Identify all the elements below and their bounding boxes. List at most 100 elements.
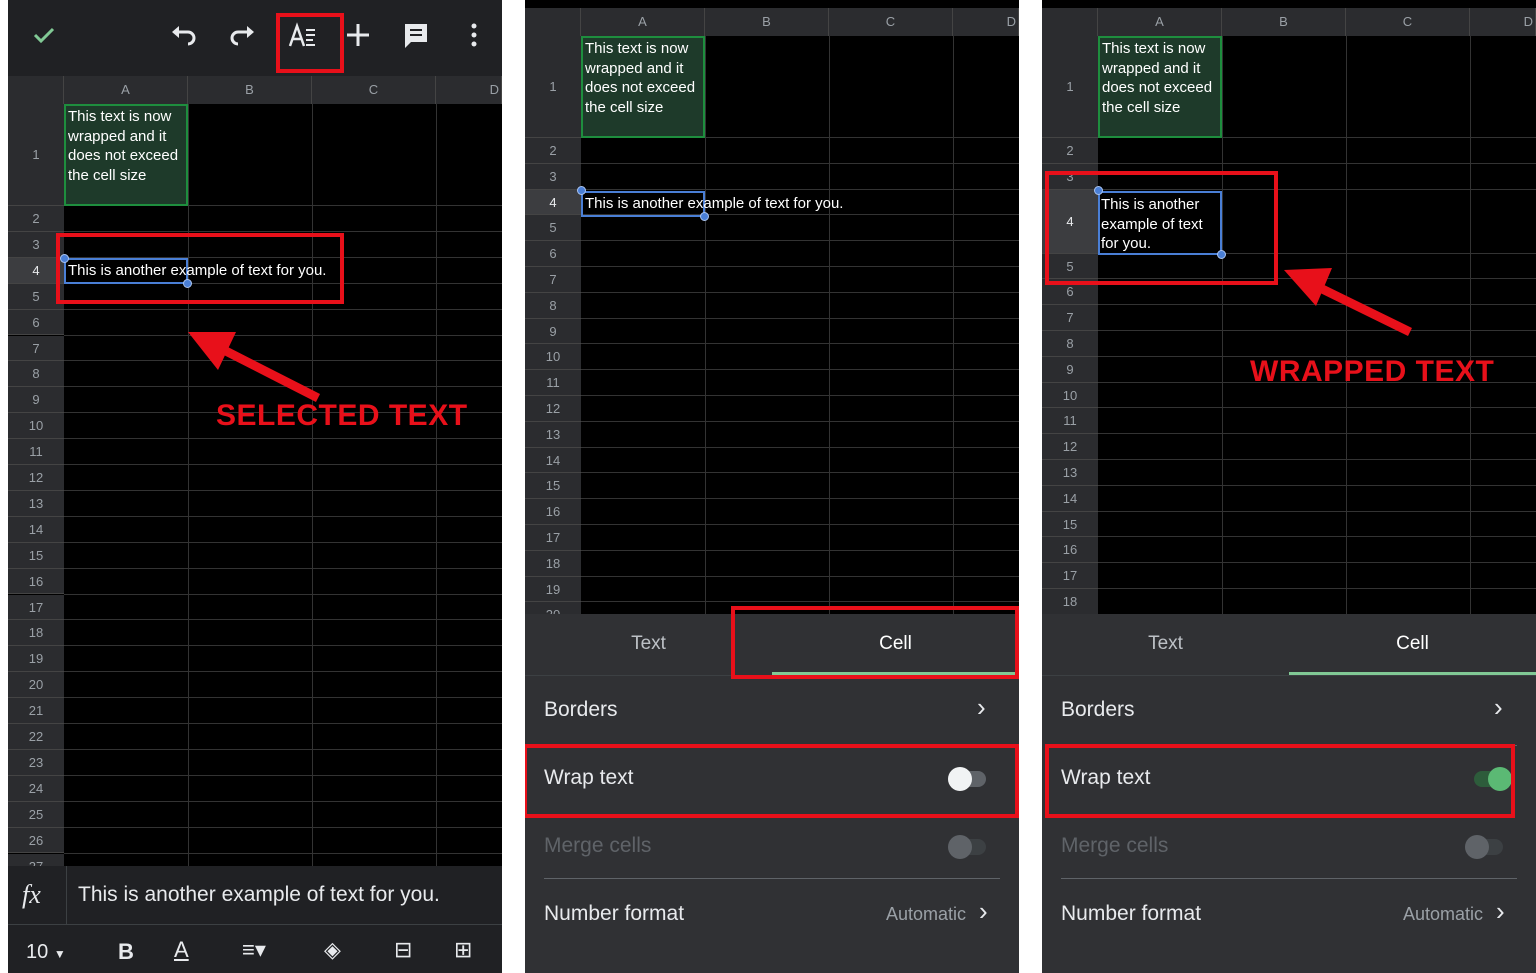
number-format-value: Automatic <box>886 904 967 924</box>
row-header-7[interactable]: 7 <box>8 335 64 362</box>
row-header-11[interactable]: 11 <box>8 439 64 465</box>
row-header-10[interactable]: 10 <box>1042 382 1098 409</box>
column-header-c[interactable]: C <box>312 76 436 104</box>
panel-selected-text: A B C D 1 2 3 4 5 6 7 8 9 10 11 12 13 14 15 16 17 18 19 20 2… <box>8 0 502 973</box>
row-header-12[interactable]: 12 <box>1042 434 1098 460</box>
row-header-11[interactable]: 11 <box>1042 408 1098 435</box>
annotation-arrow <box>1284 268 1412 337</box>
row-header-9[interactable]: 9 <box>1042 356 1098 383</box>
column-header-b[interactable]: B <box>188 76 312 104</box>
column-header-d[interactable]: D <box>953 8 1019 36</box>
annotation-selected-text: SELECTED TEXT <box>216 399 468 432</box>
selection-handle-top[interactable] <box>577 186 586 195</box>
row-header-2[interactable]: 2 <box>525 138 581 164</box>
comment-icon[interactable] <box>394 20 438 60</box>
row-header-6[interactable]: 6 <box>525 241 581 267</box>
text-color-icon[interactable]: A <box>174 937 189 963</box>
align-icon[interactable]: ≡▾ <box>242 937 266 963</box>
row-header-18[interactable]: 18 <box>8 620 64 647</box>
redo-icon[interactable] <box>220 20 264 60</box>
column-header-d[interactable]: D <box>436 76 502 104</box>
bold-icon[interactable]: B <box>118 939 134 965</box>
row-header-9[interactable]: 9 <box>8 387 64 414</box>
row-header-14[interactable]: 14 <box>525 447 581 474</box>
row-header-25[interactable]: 25 <box>8 801 64 828</box>
row-header-19[interactable]: 19 <box>8 646 64 673</box>
row-header-14[interactable]: 14 <box>8 516 64 543</box>
row-header-8[interactable]: 8 <box>525 292 581 319</box>
row-header-5[interactable]: 5 <box>525 215 581 242</box>
borders-label: Borders <box>544 698 618 721</box>
column-header-a[interactable]: A <box>64 76 188 104</box>
row-header-15[interactable]: 15 <box>525 473 581 500</box>
row-header-1[interactable]: 1 <box>8 104 64 206</box>
row-header-16[interactable]: 16 <box>1042 537 1098 564</box>
row-header-11[interactable]: 11 <box>525 370 581 396</box>
highlight-wrapped-cell <box>1045 171 1278 285</box>
row-header-16[interactable]: 16 <box>525 499 581 525</box>
row-header-12[interactable]: 12 <box>8 465 64 491</box>
row-header-10[interactable]: 10 <box>525 344 581 371</box>
fill-color-icon[interactable]: ◈ <box>324 937 341 963</box>
row-header-18[interactable]: 18 <box>525 550 581 577</box>
font-size-dropdown[interactable]: 10 ▼ <box>26 941 66 964</box>
row-header-13[interactable]: 13 <box>8 490 64 517</box>
row-header-17[interactable]: 17 <box>1042 563 1098 589</box>
tab-divider <box>1042 675 1536 676</box>
row-header-16[interactable]: 16 <box>8 568 64 595</box>
row-header-17[interactable]: 17 <box>8 594 64 621</box>
row-header-26[interactable]: 26 <box>8 827 64 854</box>
check-icon[interactable] <box>22 20 66 60</box>
tab-text[interactable]: Text <box>1042 614 1289 674</box>
row-header-23[interactable]: 23 <box>8 749 64 776</box>
cell-a1-wrapped[interactable]: This text is now wrapped and it does not… <box>64 104 188 206</box>
row-header-13[interactable]: 13 <box>525 421 581 448</box>
cell-a1-wrapped[interactable]: This text is now wrapped and it does not… <box>1098 36 1222 138</box>
column-header-d[interactable]: D <box>1470 8 1536 36</box>
row-header-13[interactable]: 13 <box>1042 460 1098 486</box>
row-header-12[interactable]: 12 <box>525 396 581 422</box>
row-header-21[interactable]: 21 <box>8 698 64 724</box>
column-header-c[interactable]: C <box>829 8 953 36</box>
row-header-1[interactable]: 1 <box>525 36 581 138</box>
row-header-6[interactable]: 6 <box>8 309 64 336</box>
row-header-3[interactable]: 3 <box>525 163 581 190</box>
row-header-2[interactable]: 2 <box>1042 138 1098 164</box>
row-header-15[interactable]: 15 <box>8 542 64 569</box>
cell-a1-wrapped[interactable]: This text is now wrapped and it does not… <box>581 36 705 138</box>
row-header-7[interactable]: 7 <box>525 267 581 293</box>
column-header-c[interactable]: C <box>1346 8 1470 36</box>
chevron-right-icon: › <box>1494 692 1503 722</box>
tab-cell[interactable]: Cell <box>1289 614 1536 674</box>
row-header-22[interactable]: 22 <box>8 724 64 750</box>
row-header-15[interactable]: 15 <box>1042 511 1098 538</box>
row-header-19[interactable]: 19 <box>525 576 581 603</box>
row-header-18[interactable]: 18 <box>1042 589 1098 615</box>
column-header-a[interactable]: A <box>1098 8 1222 36</box>
row-header-14[interactable]: 14 <box>1042 485 1098 512</box>
insert-column-icon[interactable]: ⊞ <box>454 937 472 963</box>
row-header-20[interactable]: 20 <box>8 672 64 699</box>
formula-input[interactable]: This is another example of text for you. <box>78 883 440 907</box>
row-header-7[interactable]: 7 <box>1042 305 1098 331</box>
insert-row-icon[interactable]: ⊟ <box>394 937 412 963</box>
column-header-a[interactable]: A <box>581 8 705 36</box>
column-header-b[interactable]: B <box>1222 8 1346 36</box>
row-header-8[interactable]: 8 <box>1042 331 1098 357</box>
menu-divider <box>544 878 1000 879</box>
more-vert-icon[interactable] <box>452 20 496 60</box>
row-header-10[interactable]: 10 <box>8 413 64 440</box>
chevron-right-icon: › <box>1496 896 1505 926</box>
row-header-1[interactable]: 1 <box>1042 36 1098 138</box>
column-header-b[interactable]: B <box>705 8 829 36</box>
undo-icon[interactable] <box>162 20 206 60</box>
row-header-4[interactable]: 4 <box>525 189 581 216</box>
row-header-8[interactable]: 8 <box>8 361 64 388</box>
row-header-17[interactable]: 17 <box>525 525 581 551</box>
row-header-9[interactable]: 9 <box>525 318 581 345</box>
merge-cells-label: Merge cells <box>1061 834 1169 857</box>
selection-handle-bottom[interactable] <box>700 212 709 221</box>
row-header-2[interactable]: 2 <box>8 206 64 232</box>
highlight-wrap-toggle <box>1045 744 1515 818</box>
row-header-24[interactable]: 24 <box>8 775 64 802</box>
